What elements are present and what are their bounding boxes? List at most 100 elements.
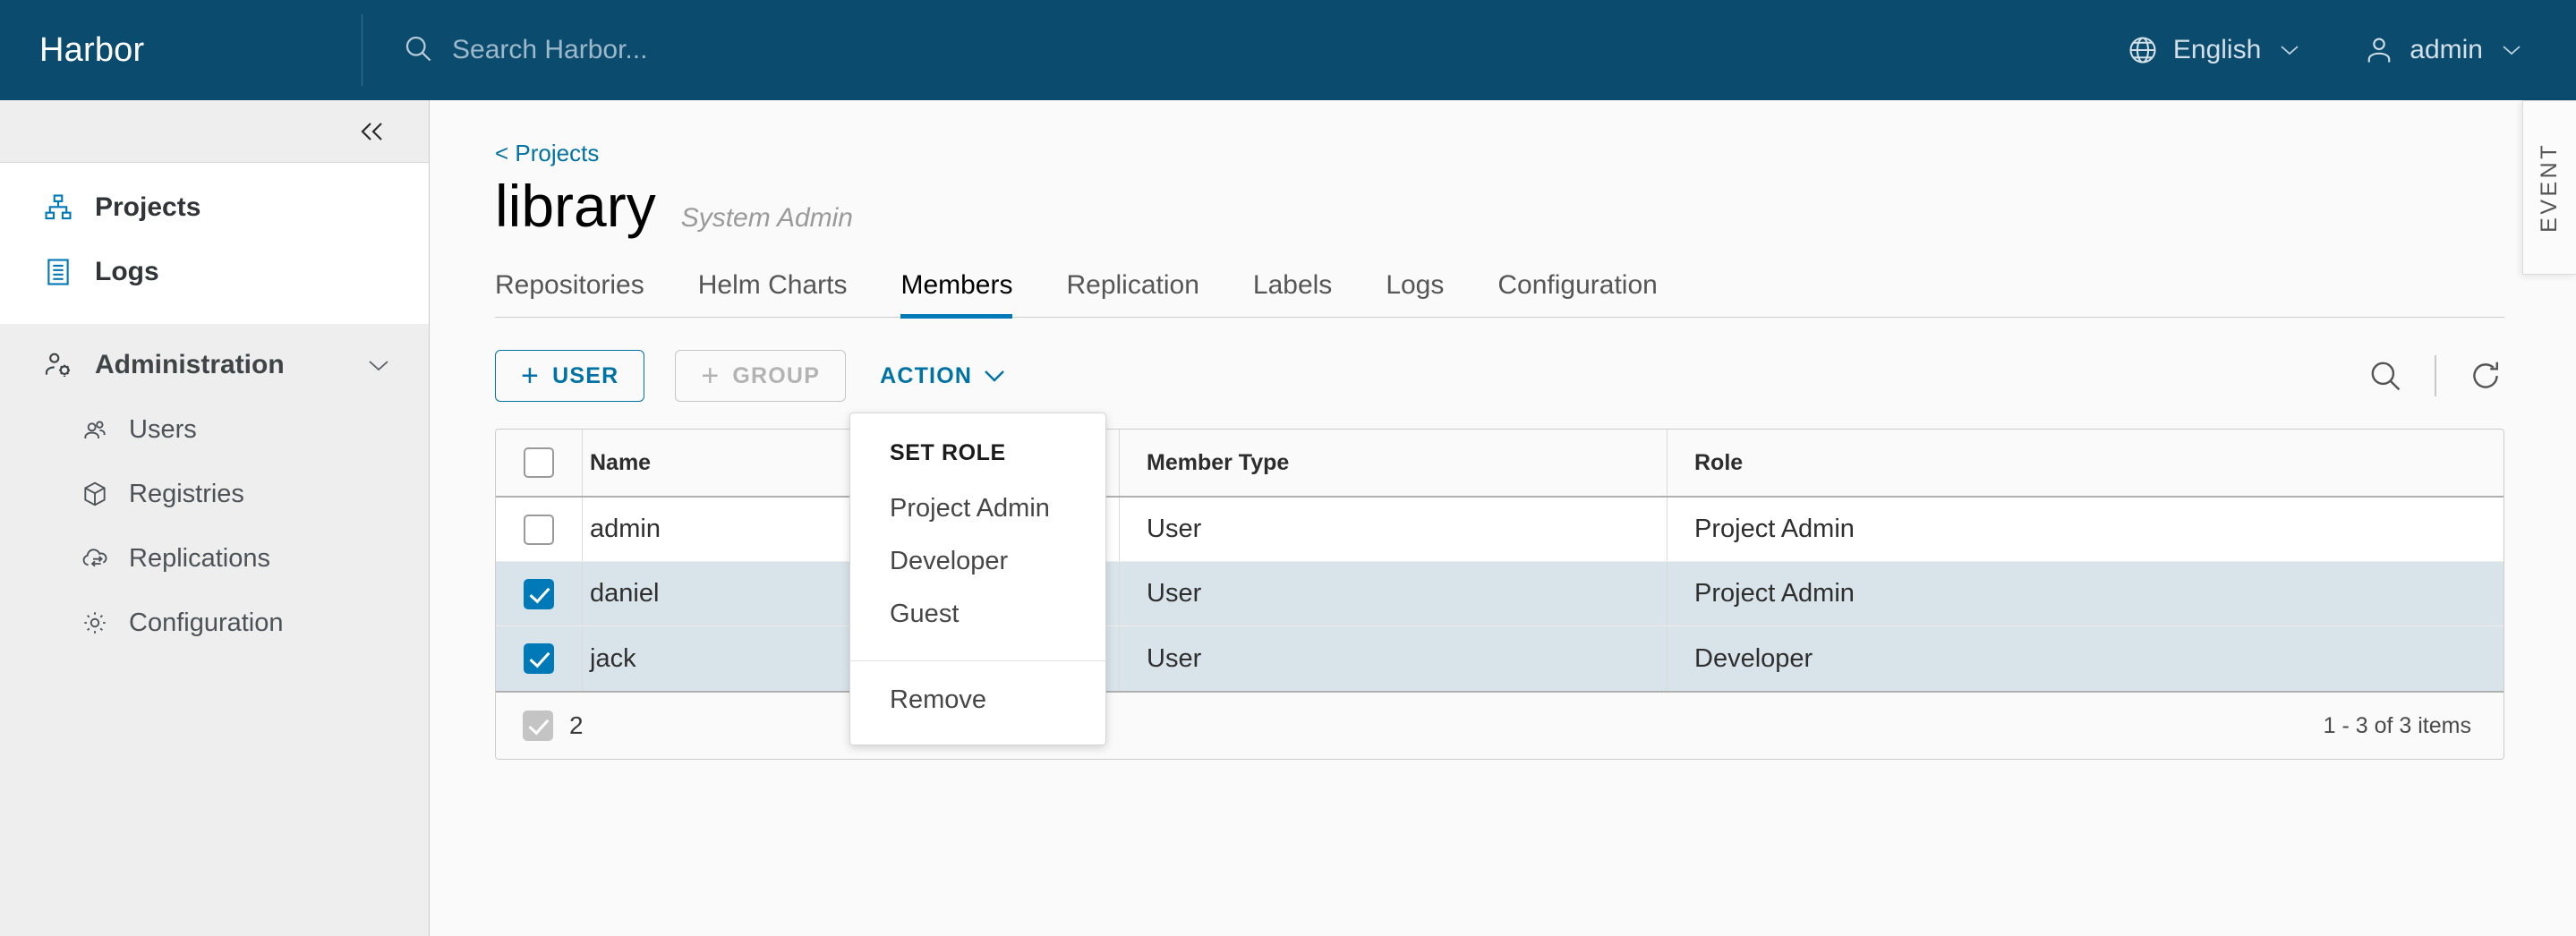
page-title: library [495,173,656,239]
replications-icon [81,544,109,573]
refresh-icon[interactable] [2467,357,2504,395]
tab-helm-charts[interactable]: Helm Charts [671,261,874,317]
dropdown-item-developer[interactable]: Developer [850,535,1105,588]
members-table: Name Member Type Role admin User Project… [495,429,2504,761]
search-icon[interactable] [2367,357,2404,395]
main-content: < Projects library System Admin Reposito… [431,100,2576,936]
add-user-label: USER [552,362,619,388]
sidebar-item-projects[interactable]: Projects [0,175,429,240]
pagination-info: 1 - 3 of 3 items [2323,712,2471,738]
cell-role: Developer [1667,626,2503,692]
select-all-cell [496,430,582,496]
add-group-button[interactable]: + GROUP [675,350,847,403]
add-user-button[interactable]: + USER [495,350,645,403]
toolbar-divider [2435,355,2436,397]
sidebar-item-label: Replications [129,543,270,573]
sidebar-administration-section: Administration Users Registries Replicat… [0,324,429,655]
chevron-down-icon [2501,44,2522,56]
table-footer: 2 1 - 3 of 3 items [496,691,2503,760]
column-header-member-type[interactable]: Member Type [1119,430,1667,497]
plus-icon: + [701,359,721,394]
search-icon [402,32,434,69]
plus-icon: + [521,359,541,394]
row-select-cell [496,562,582,625]
dropdown-header: SET ROLE [890,440,1006,466]
brand-logo[interactable]: Harbor [0,0,362,100]
collapse-sidebar-icon[interactable] [355,118,391,145]
header-actions: English admin [2127,34,2576,66]
tab-members[interactable]: Members [874,261,1039,319]
sidebar-item-registries[interactable]: Registries [0,462,429,526]
sidebar-item-label: Administration [95,350,285,379]
sidebar-item-logs[interactable]: Logs [0,240,429,304]
cell-role: Project Admin [1667,562,2503,626]
table-row[interactable]: admin User Project Admin [496,498,2503,563]
header-divider [362,14,363,86]
row-checkbox[interactable] [524,514,554,545]
row-select-cell [496,626,582,691]
sidebar-primary-nav: Projects Logs [0,163,429,324]
tab-configuration[interactable]: Configuration [1471,261,1684,317]
selection-summary: 2 [523,711,584,742]
app-header: Harbor English [0,0,2576,100]
page-subtitle: System Admin [680,203,853,233]
toolbar-right-actions [2367,355,2504,397]
sidebar-item-administration[interactable]: Administration [0,333,429,397]
selected-count: 2 [569,711,584,740]
sidebar-item-label: Projects [95,192,201,222]
cell-member-type: User [1119,498,1667,562]
user-label: admin [2410,35,2483,64]
sidebar: Projects Logs Administration Users Regis… [0,100,430,936]
tab-replication[interactable]: Replication [1039,261,1225,317]
row-checkbox[interactable] [524,643,554,675]
cell-member-type: User [1119,562,1667,626]
registries-icon [81,480,109,508]
dropdown-item-project-admin[interactable]: Project Admin [850,482,1105,535]
sidebar-item-label: Configuration [129,608,284,637]
sidebar-item-label: Logs [95,257,159,286]
tab-labels[interactable]: Labels [1226,261,1359,317]
tab-repositories[interactable]: Repositories [495,261,671,317]
projects-icon [43,192,73,223]
column-header-role[interactable]: Role [1667,430,2503,497]
sidebar-item-configuration[interactable]: Configuration [0,591,429,655]
action-label: ACTION [880,362,973,388]
cell-member-type: User [1119,626,1667,692]
administration-icon [43,350,73,380]
members-toolbar: + USER + GROUP ACTION SET ROLE Project A… [495,350,2504,746]
chevron-down-icon [983,369,1006,383]
event-panel-tab[interactable]: EVENT [2522,100,2576,275]
user-menu[interactable]: admin [2363,34,2522,66]
dropdown-item-remove[interactable]: Remove [850,674,1105,727]
select-all-checkbox[interactable] [524,447,554,479]
configuration-icon [81,608,109,637]
global-search[interactable] [402,32,2127,69]
language-selector[interactable]: English [2127,34,2300,66]
sidebar-item-users[interactable]: Users [0,397,429,462]
page-title-row: library System Admin [495,174,2504,238]
row-checkbox[interactable] [524,578,554,609]
table-row[interactable]: jack User Developer [496,626,2503,692]
sidebar-collapse-row [0,100,429,163]
event-panel-label: EVENT [2537,142,2562,233]
table-header-row: Name Member Type Role [496,430,2503,498]
dropdown-item-guest[interactable]: Guest [850,588,1105,641]
project-tabs: Repositories Helm Charts Members Replica… [495,261,2504,319]
action-dropdown-menu: SET ROLE Project Admin Developer Guest R… [849,413,1106,746]
search-input[interactable] [452,35,1079,65]
add-group-label: GROUP [732,362,821,388]
cell-role: Project Admin [1667,498,2503,562]
sidebar-item-label: Users [129,414,197,444]
action-dropdown-button[interactable]: ACTION [880,363,1006,389]
selected-indicator-checkbox [523,711,553,742]
sidebar-item-replications[interactable]: Replications [0,526,429,591]
table-row[interactable]: daniel User Project Admin [496,562,2503,627]
user-icon [2363,34,2395,66]
tab-logs[interactable]: Logs [1359,261,1471,317]
users-icon [81,415,109,444]
logs-icon [43,257,73,287]
table-body: admin User Project Admin daniel User Pro… [496,498,2503,692]
chevron-down-icon [366,358,391,372]
breadcrumb[interactable]: < Projects [495,140,599,167]
dropdown-divider [850,660,1105,662]
